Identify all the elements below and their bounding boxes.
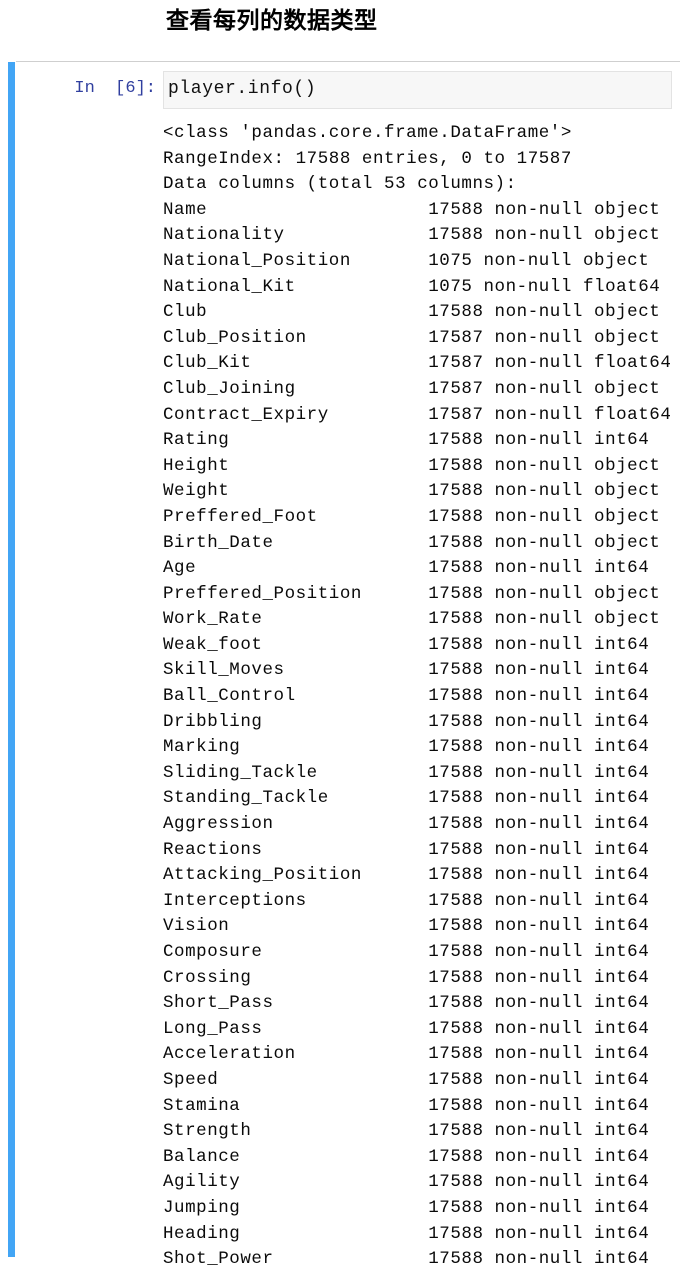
cell-output-area: <class 'pandas.core.frame.DataFrame'> Ra… — [163, 121, 675, 1273]
cell-top-divider — [16, 61, 680, 62]
selected-cell-marker — [8, 62, 15, 1257]
page-title: 查看每列的数据类型 — [166, 8, 378, 34]
code-input-box[interactable]: player.info() — [163, 71, 672, 109]
cell-input-row[interactable]: In [6]: player.info() — [0, 71, 680, 111]
code-input-text[interactable]: player.info() — [164, 72, 671, 99]
dataframe-info-output: <class 'pandas.core.frame.DataFrame'> Ra… — [163, 123, 672, 1270]
execution-count-prompt: In [6]: — [74, 79, 156, 98]
code-cell[interactable]: In [6]: player.info() <class 'pandas.cor… — [0, 61, 680, 1269]
